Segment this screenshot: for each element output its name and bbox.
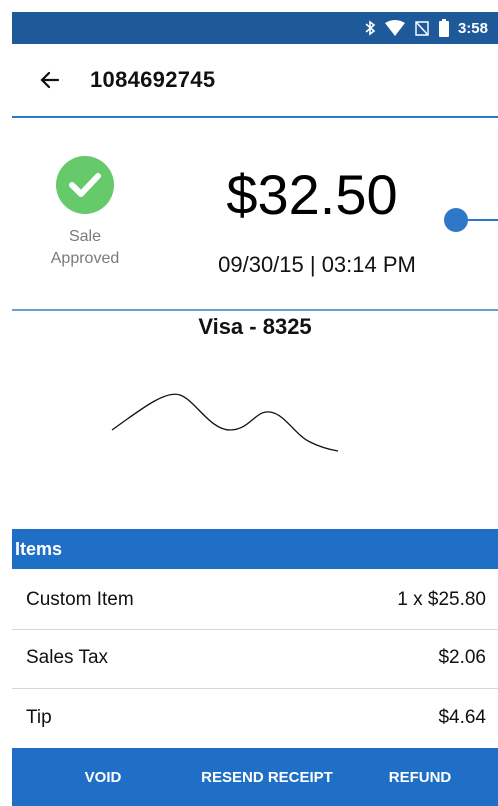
status-line-2: Approved [50,250,120,267]
bluetooth-icon [364,20,376,36]
slide-handle[interactable] [444,208,498,232]
signature [111,393,339,452]
item-name: Tip [26,707,52,728]
wifi-icon [384,20,405,36]
resend-receipt-button[interactable]: RESEND RECEIPT [182,748,352,806]
item-row: Tip $4.64 [12,689,498,747]
battery-icon [438,19,449,37]
refund-button[interactable]: REFUND [372,748,468,806]
sale-status: Sale Approved [40,226,130,270]
action-bar: VOID RESEND RECEIPT REFUND [12,748,498,806]
card-label: Visa - 8325 [198,314,312,339]
status-line-1: Sale [68,228,102,245]
check-icon [56,156,114,214]
status-bar: 3:58 [12,12,498,44]
transaction-datetime: 09/30/15 | 03:14 PM [218,252,416,277]
items-header: Items [12,529,498,569]
amount: $32.50 [226,163,398,226]
item-name: Custom Item [26,589,134,610]
app-bar: 1084692745 [12,44,498,118]
item-row: Sales Tax $2.06 [12,629,498,687]
arrow-left-icon[interactable] [36,66,64,94]
item-value: $4.64 [438,707,486,728]
slider-track [462,219,498,221]
page-title: 1084692745 [90,67,216,92]
item-value: $2.06 [438,647,486,668]
no-sim-icon [414,20,430,36]
clock: 3:58 [457,19,488,37]
item-value: 1 x $25.80 [397,589,486,610]
item-name: Sales Tax [26,647,109,668]
item-row: Custom Item 1 x $25.80 [12,571,498,629]
transaction-summary: Sale Approved $32.50 09/30/15 | 03:14 PM [12,118,498,310]
void-button[interactable]: VOID [48,748,158,806]
divider [12,309,498,311]
